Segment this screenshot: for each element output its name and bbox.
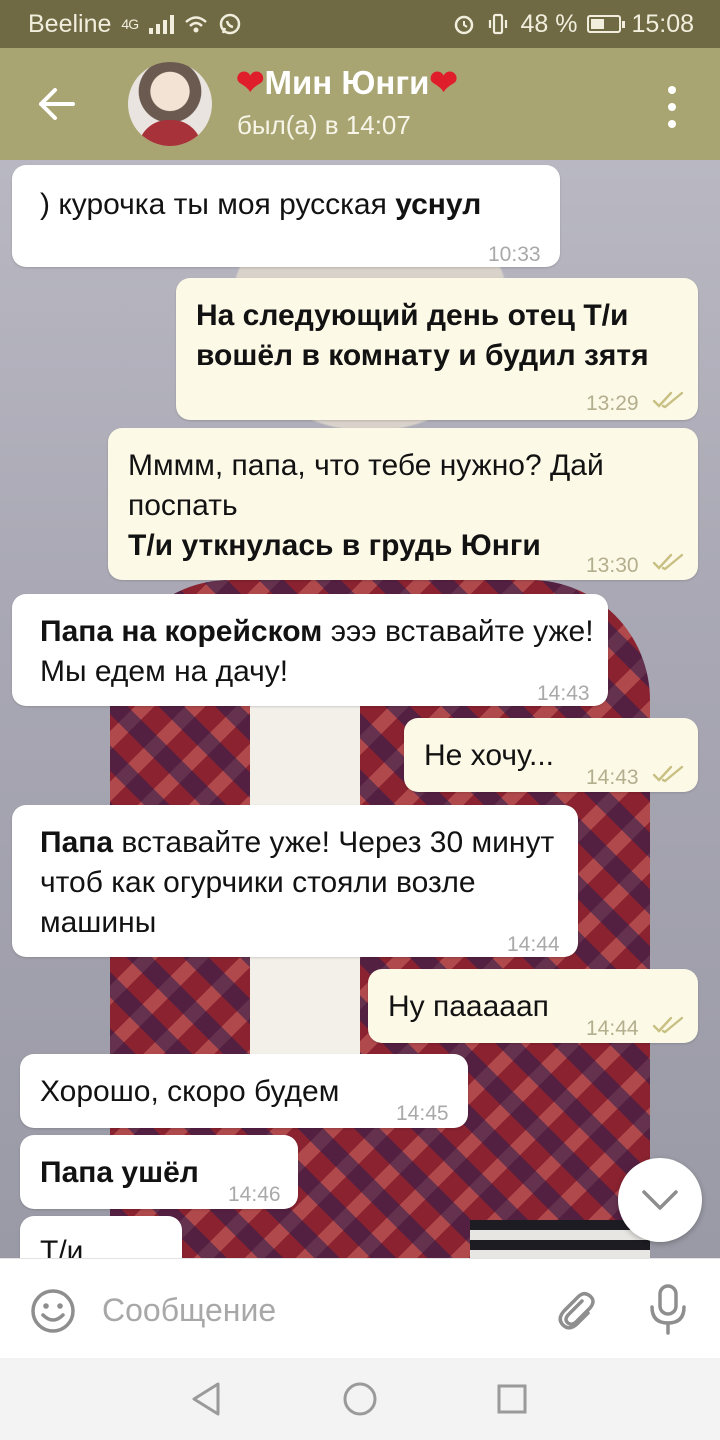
incoming-message[interactable]: Т/и <box>20 1216 182 1258</box>
network-type: 4G <box>121 16 139 32</box>
attach-button[interactable] <box>552 1287 600 1335</box>
vibrate-icon <box>489 13 508 35</box>
message-text-bold: Папа ушёл <box>40 1156 199 1189</box>
back-button[interactable] <box>32 74 82 134</box>
message-text: На следующий день отец Т/и вошёл в комна… <box>196 296 686 376</box>
wifi-icon <box>185 16 207 33</box>
arrow-left-icon <box>39 88 75 120</box>
scroll-down-button[interactable] <box>618 1158 702 1242</box>
message-text: Т/и <box>40 1232 180 1258</box>
message-time: 14:46 <box>228 1183 281 1206</box>
clock: 15:08 <box>631 9 694 38</box>
alarm-icon <box>455 15 474 35</box>
read-ticks-icon <box>652 553 684 571</box>
nav-back-button[interactable] <box>186 1379 226 1419</box>
message-text-bold: Папа на корейском <box>40 615 323 648</box>
message-text-part: Хорошо, скоро будем <box>40 1075 340 1108</box>
message-text-bold: Папа <box>40 826 114 859</box>
incoming-message[interactable]: Папа ушёл 14:46 <box>20 1135 298 1209</box>
message-time: 10:33 <box>488 243 541 266</box>
signal-icon <box>149 15 175 34</box>
battery-percent: 48 % <box>520 9 578 38</box>
message-time: 14:44 <box>507 933 560 956</box>
message-text-bold: На следующий день отец Т/и вошёл в комна… <box>196 299 649 372</box>
message-text: Папа вставайте уже! Через 30 минут чтоб … <box>40 823 570 943</box>
message-time: 13:29 <box>586 392 639 415</box>
triangle-back-icon <box>192 1382 220 1416</box>
voice-record-button[interactable] <box>646 1283 690 1337</box>
message-time: 13:30 <box>586 554 639 577</box>
message-text-part: вставайте уже! Через 30 минут чтоб как о… <box>40 826 555 939</box>
message-time: 14:43 <box>537 682 590 705</box>
nav-home-button[interactable] <box>340 1379 380 1419</box>
chevron-down-icon <box>642 1190 678 1210</box>
message-text: Хорошо, скоро будем <box>40 1072 400 1112</box>
message-text: Папа ушёл <box>40 1153 230 1193</box>
system-nav-bar <box>0 1358 720 1440</box>
message-text-bold: уснул <box>395 188 482 221</box>
chat-header: ❤ Мин Юнги ❤ был(а) в 14:07 <box>0 48 720 160</box>
battery-icon <box>587 15 626 33</box>
read-ticks-icon <box>652 1016 684 1034</box>
message-text-part: Т/и <box>40 1235 84 1258</box>
message-text-part: Не хочу... <box>424 739 555 772</box>
more-menu-button[interactable] <box>652 82 692 132</box>
more-vertical-icon <box>668 86 676 128</box>
outgoing-message[interactable]: Мммм, папа, что тебе нужно? Дай поспать Т… <box>108 428 698 580</box>
message-time: 14:45 <box>396 1102 449 1125</box>
message-text: ) курочка ты моя русская уснул <box>40 185 510 225</box>
message-text: Папа на корейском эээ вставайте уже! Мы … <box>40 612 600 692</box>
carrier-name: Beeline <box>28 9 112 38</box>
heart-icon: ❤ <box>236 64 265 102</box>
chat-area[interactable]: ) курочка ты моя русская уснул 10:33 На сл… <box>0 160 720 1258</box>
message-input[interactable] <box>100 1281 524 1339</box>
contact-name[interactable]: ❤ Мин Юнги ❤ <box>236 64 458 102</box>
message-text-part: Мммм, папа, что тебе нужно? Дай поспать <box>128 449 604 522</box>
message-text: Не хочу... <box>424 736 584 776</box>
wallpaper-stripes <box>470 1220 650 1258</box>
message-text-part: ) курочка ты моя русская <box>40 188 396 221</box>
message-composer <box>0 1258 720 1359</box>
whatsapp-icon <box>219 13 241 35</box>
status-bar: Beeline 4G 48 % 15:08 <box>0 0 720 48</box>
message-time: 14:44 <box>586 1017 639 1040</box>
nav-recents-button[interactable] <box>492 1379 532 1419</box>
microphone-icon <box>650 1284 686 1335</box>
message-text-bold: Т/и уткнулась в грудь Юнги <box>128 529 541 562</box>
emoji-button[interactable] <box>30 1288 76 1334</box>
square-recents-icon <box>497 1384 527 1414</box>
circle-home-icon <box>343 1382 377 1416</box>
message-text: Ну пааааап <box>388 987 578 1027</box>
message-text-part: Ну пааааап <box>388 990 549 1023</box>
outgoing-message[interactable]: Ну пааааап 14:44 <box>368 969 698 1043</box>
contact-name-text: Мин Юнги <box>264 64 430 101</box>
heart-icon: ❤ <box>429 64 458 102</box>
outgoing-message[interactable]: На следующий день отец Т/и вошёл в комна… <box>176 278 698 420</box>
outgoing-message[interactable]: Не хочу... 14:43 <box>404 718 698 792</box>
read-ticks-icon <box>652 765 684 783</box>
read-ticks-icon <box>652 391 684 409</box>
paperclip-icon <box>558 1292 595 1330</box>
avatar[interactable] <box>128 62 212 146</box>
message-time: 14:43 <box>586 766 639 789</box>
smiley-icon <box>31 1289 75 1333</box>
incoming-message[interactable]: Папа вставайте уже! Через 30 минут чтоб … <box>12 805 578 957</box>
incoming-message[interactable]: ) курочка ты моя русская уснул 10:33 <box>12 165 560 267</box>
incoming-message[interactable]: Хорошо, скоро будем 14:45 <box>20 1054 468 1128</box>
last-seen-status: был(а) в 14:07 <box>237 110 411 140</box>
incoming-message[interactable]: Папа на корейском эээ вставайте уже! Мы … <box>12 594 608 706</box>
